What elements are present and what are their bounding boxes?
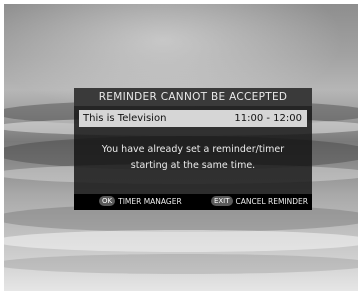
dialog-message: You have already set a reminder/timer st…	[74, 142, 312, 174]
cancel-reminder-label: CANCEL REMINDER	[235, 197, 308, 206]
exit-key-icon: EXIT	[210, 196, 233, 206]
timer-manager-action[interactable]: OK TIMER MANAGER	[99, 194, 182, 210]
reminder-error-dialog: REMINDER CANNOT BE ACCEPTED This is Tele…	[74, 88, 312, 210]
timer-manager-label: TIMER MANAGER	[118, 197, 182, 206]
cancel-reminder-action[interactable]: EXIT CANCEL REMINDER	[210, 194, 308, 210]
dialog-title: REMINDER CANNOT BE ACCEPTED	[74, 88, 312, 106]
ok-key-icon: OK	[99, 196, 116, 206]
background-wave	[4, 254, 358, 274]
program-time: 11:00 - 12:00	[234, 113, 302, 124]
dialog-footer: OK TIMER MANAGER EXIT CANCEL REMINDER	[74, 194, 312, 210]
program-row: This is Television 11:00 - 12:00	[79, 110, 307, 127]
background-wave	[4, 230, 358, 252]
message-line: You have already set a reminder/timer	[101, 144, 285, 155]
message-line: starting at the same time.	[130, 160, 256, 171]
tv-screen: REMINDER CANNOT BE ACCEPTED This is Tele…	[4, 4, 358, 291]
program-name: This is Television	[83, 113, 167, 124]
